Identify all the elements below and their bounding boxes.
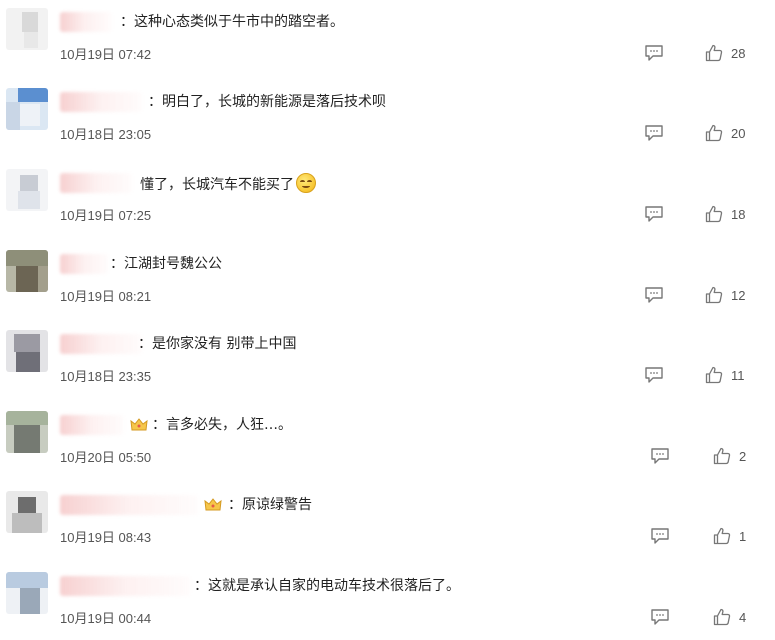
username[interactable] bbox=[60, 334, 142, 354]
like-count: 2 bbox=[739, 448, 747, 464]
comment-time: 10月18日 23:35 bbox=[60, 369, 152, 384]
comment-text: ：明白了，长城的新能源是落后技术呗 bbox=[148, 94, 386, 110]
comment-time: 10月18日 23:05 bbox=[60, 127, 152, 142]
username[interactable] bbox=[60, 12, 112, 32]
like-button[interactable]: 18 bbox=[705, 204, 745, 224]
username[interactable] bbox=[60, 254, 108, 274]
comment-item: ：原谅绿警告 10月19日 08:43 1 bbox=[0, 483, 775, 563]
thumbs-up-icon bbox=[705, 286, 723, 304]
comment-text: ：这就是承认自家的电动车技术很落后了。 bbox=[194, 578, 460, 594]
comment-icon bbox=[645, 45, 663, 61]
comment-text: 懂了，长城汽车不能买了 bbox=[140, 173, 316, 195]
thumbs-up-icon bbox=[713, 447, 731, 465]
avatar[interactable] bbox=[6, 250, 48, 292]
comment-icon bbox=[645, 125, 663, 141]
username[interactable] bbox=[60, 495, 198, 515]
like-button[interactable]: 4 bbox=[713, 607, 746, 627]
username[interactable] bbox=[60, 92, 142, 112]
comment-time: 10月19日 07:42 bbox=[60, 47, 152, 62]
thumbs-up-icon bbox=[705, 205, 723, 223]
like-button[interactable]: 11 bbox=[705, 365, 745, 385]
comment-text: ：言多必失，人狂…。 bbox=[152, 417, 292, 433]
thumbs-up-icon bbox=[713, 608, 731, 626]
reply-button[interactable] bbox=[644, 124, 664, 142]
avatar[interactable] bbox=[6, 330, 48, 372]
reply-button[interactable] bbox=[644, 44, 664, 62]
like-button[interactable]: 1 bbox=[713, 526, 746, 546]
comment-item: ：明白了，长城的新能源是落后技术呗 10月18日 23:05 20 bbox=[0, 80, 775, 160]
comment-time: 10月19日 08:43 bbox=[60, 530, 152, 545]
like-count: 12 bbox=[731, 287, 746, 303]
like-count: 18 bbox=[731, 206, 746, 222]
username[interactable] bbox=[60, 576, 190, 596]
reply-button[interactable] bbox=[644, 366, 664, 384]
avatar[interactable] bbox=[6, 572, 48, 614]
comment-item: ：这种心态类似于牛市中的踏空者。 10月19日 07:42 28 bbox=[0, 0, 775, 80]
like-count: 28 bbox=[731, 45, 746, 61]
username[interactable] bbox=[60, 173, 132, 193]
crown-icon bbox=[204, 497, 222, 513]
comment-item: ：是你家没有 别带上中国 10月18日 23:35 11 bbox=[0, 322, 775, 402]
like-button[interactable]: 20 bbox=[705, 123, 745, 143]
like-count: 1 bbox=[739, 528, 747, 544]
comment-item: 懂了，长城汽车不能买了 10月19日 07:25 18 bbox=[0, 161, 775, 241]
comment-icon bbox=[651, 448, 669, 464]
thumbs-up-icon bbox=[705, 366, 723, 384]
smile-emoji bbox=[296, 173, 316, 193]
comment-item: ：这就是承认自家的电动车技术很落后了。 10月19日 00:44 4 bbox=[0, 564, 775, 640]
like-button[interactable]: 2 bbox=[713, 446, 746, 466]
comment-text: ：江湖封号魏公公 bbox=[110, 256, 222, 272]
comment-time: 10月19日 08:21 bbox=[60, 289, 152, 304]
comment-text: ：这种心态类似于牛市中的踏空者。 bbox=[120, 14, 344, 30]
thumbs-up-icon bbox=[713, 527, 731, 545]
avatar[interactable] bbox=[6, 411, 48, 453]
comment-text: ：原谅绿警告 bbox=[228, 497, 312, 513]
comment-time: 10月19日 07:25 bbox=[60, 208, 152, 223]
avatar[interactable] bbox=[6, 88, 48, 130]
username[interactable] bbox=[60, 415, 124, 435]
avatar[interactable] bbox=[6, 169, 48, 211]
reply-button[interactable] bbox=[650, 608, 670, 626]
comment-icon bbox=[645, 206, 663, 222]
comment-icon bbox=[645, 287, 663, 303]
comment-item: ：言多必失，人狂…。 10月20日 05:50 2 bbox=[0, 403, 775, 483]
reply-button[interactable] bbox=[644, 205, 664, 223]
comment-icon bbox=[651, 609, 669, 625]
reply-button[interactable] bbox=[650, 527, 670, 545]
avatar[interactable] bbox=[6, 8, 48, 50]
comment-time: 10月20日 05:50 bbox=[60, 450, 152, 465]
like-count: 4 bbox=[739, 609, 747, 625]
like-button[interactable]: 12 bbox=[705, 285, 745, 305]
comment-time: 10月19日 00:44 bbox=[60, 611, 152, 626]
crown-icon bbox=[130, 417, 148, 433]
like-button[interactable]: 28 bbox=[705, 43, 745, 63]
like-count: 11 bbox=[731, 367, 745, 383]
thumbs-up-icon bbox=[705, 124, 723, 142]
comment-icon bbox=[645, 367, 663, 383]
reply-button[interactable] bbox=[644, 286, 664, 304]
avatar[interactable] bbox=[6, 491, 48, 533]
comment-icon bbox=[651, 528, 669, 544]
like-count: 20 bbox=[731, 125, 746, 141]
comment-text: ：是你家没有 别带上中国 bbox=[138, 336, 297, 352]
reply-button[interactable] bbox=[650, 447, 670, 465]
comment-item: ：江湖封号魏公公 10月19日 08:21 12 bbox=[0, 242, 775, 322]
thumbs-up-icon bbox=[705, 44, 723, 62]
